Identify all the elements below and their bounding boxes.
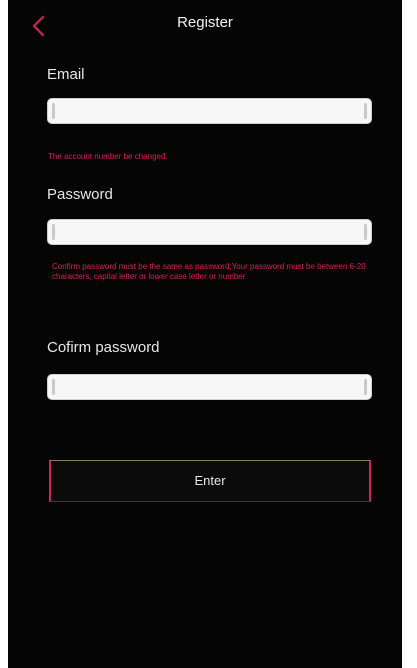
password-label: Password <box>47 186 113 203</box>
page-title: Register <box>177 14 233 31</box>
password-error-text: Confirm password must be the same as pas… <box>52 262 366 281</box>
password-field-wrap <box>47 219 372 245</box>
register-screen: Register Email The account number be cha… <box>8 0 402 668</box>
confirm-password-field[interactable] <box>47 374 372 400</box>
email-field-left-edge <box>52 103 55 119</box>
email-label: Email <box>47 66 85 83</box>
confirm-password-field-wrap <box>47 374 372 400</box>
email-field-wrap <box>47 98 372 124</box>
enter-button[interactable]: Enter <box>49 460 371 502</box>
top-bar: Register <box>8 0 402 50</box>
confirm-password-label: Cofirm password <box>47 339 160 356</box>
password-field-left-edge <box>52 224 55 240</box>
confirm-field-right-edge <box>364 379 367 395</box>
email-error-text: The account number be changed. <box>48 152 168 161</box>
password-field[interactable] <box>47 219 372 245</box>
email-field-right-edge <box>364 103 367 119</box>
password-field-right-edge <box>364 224 367 240</box>
email-field[interactable] <box>47 98 372 124</box>
confirm-field-left-edge <box>52 379 55 395</box>
